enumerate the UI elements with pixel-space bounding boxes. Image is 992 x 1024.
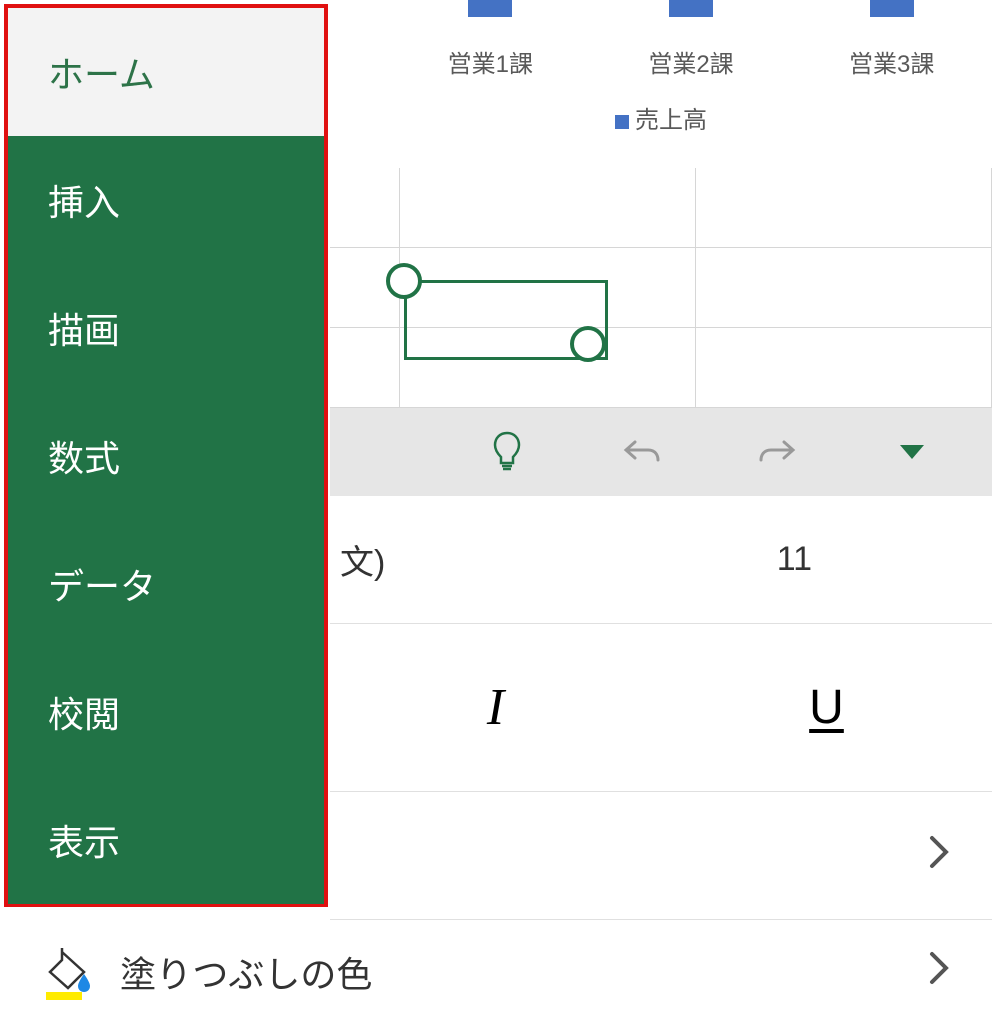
font-settings-row[interactable]: 文) 11 (330, 496, 992, 624)
quick-toolbar (330, 408, 992, 496)
text-format-row: I U (330, 624, 992, 792)
grid-cell[interactable] (330, 168, 400, 247)
tab-label: 校閲 (48, 686, 120, 738)
italic-icon: I (487, 678, 504, 737)
lightbulb-icon[interactable] (487, 432, 527, 472)
tab-label: 表示 (48, 814, 120, 866)
ribbon-tab-menu: ホーム 挿入 描画 数式 データ 校閲 表示 (4, 4, 328, 907)
tab-draw[interactable]: 描画 (8, 264, 324, 392)
fill-color-label: 塗りつぶしの色 (120, 946, 372, 998)
grid-cell[interactable] (696, 168, 992, 247)
chart-legend: 売上高 (330, 100, 992, 135)
more-options-row[interactable] (330, 792, 992, 920)
grid-cell[interactable] (400, 168, 696, 247)
legend-label: 売上高 (635, 107, 707, 134)
tab-label: ホーム (48, 46, 155, 98)
undo-icon[interactable] (622, 432, 662, 472)
chart-category-label: 営業2課 (591, 26, 792, 79)
chart-area: 営業1課 営業2課 営業3課 売上高 (330, 0, 992, 160)
redo-icon[interactable] (757, 432, 797, 472)
font-size-value[interactable]: 11 (777, 540, 812, 579)
tab-formulas[interactable]: 数式 (8, 392, 324, 520)
underline-icon: U (809, 680, 844, 735)
font-name-partial: 文) (330, 535, 385, 584)
chart-category-label: 営業1課 (390, 26, 591, 79)
grid-cell[interactable] (696, 328, 992, 407)
grid-row[interactable] (330, 168, 992, 248)
underline-button[interactable]: U (661, 680, 992, 735)
tab-insert[interactable]: 挿入 (8, 136, 324, 264)
fill-color-row[interactable]: 塗りつぶしの色 (0, 920, 992, 1024)
chevron-right-icon[interactable] (928, 947, 952, 997)
grid-cell[interactable] (330, 328, 400, 407)
paint-bucket-icon (40, 944, 96, 1000)
tab-label: 数式 (48, 430, 120, 482)
dropdown-icon[interactable] (892, 432, 932, 472)
tab-label: 描画 (48, 302, 120, 354)
chart-bar (468, 0, 512, 17)
tab-view[interactable]: 表示 (8, 776, 324, 904)
chart-bar (870, 0, 914, 17)
tab-label: データ (48, 558, 156, 610)
selection-handle-top-left[interactable] (386, 263, 422, 299)
chart-category-label: 営業3課 (791, 26, 992, 79)
chart-axis-labels: 営業1課 営業2課 営業3課 (330, 26, 992, 79)
italic-button[interactable]: I (330, 678, 661, 737)
tab-home[interactable]: ホーム (8, 8, 324, 136)
legend-color-box (615, 115, 629, 129)
selection-handle-bottom-right[interactable] (570, 326, 606, 362)
tab-review[interactable]: 校閲 (8, 648, 324, 776)
tab-label: 挿入 (48, 174, 120, 226)
tab-data[interactable]: データ (8, 520, 324, 648)
chart-bar (669, 0, 713, 17)
chevron-right-icon[interactable] (928, 831, 952, 881)
grid-cell[interactable] (696, 248, 992, 327)
